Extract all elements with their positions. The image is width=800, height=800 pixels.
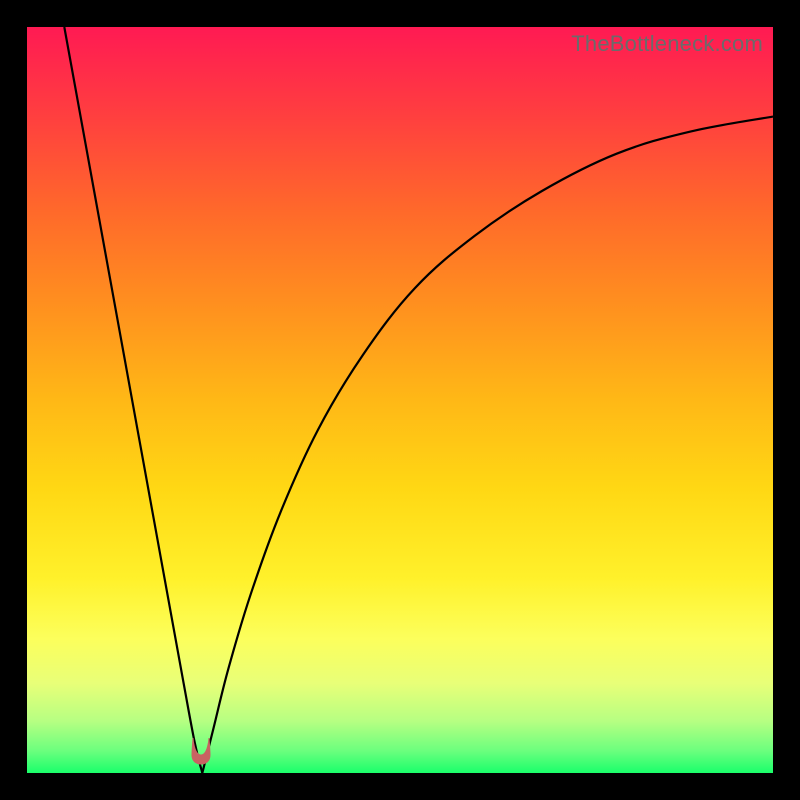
bottleneck-curve — [27, 27, 773, 773]
chart-frame: TheBottleneck.com — [0, 0, 800, 800]
plot-area: TheBottleneck.com — [27, 27, 773, 773]
